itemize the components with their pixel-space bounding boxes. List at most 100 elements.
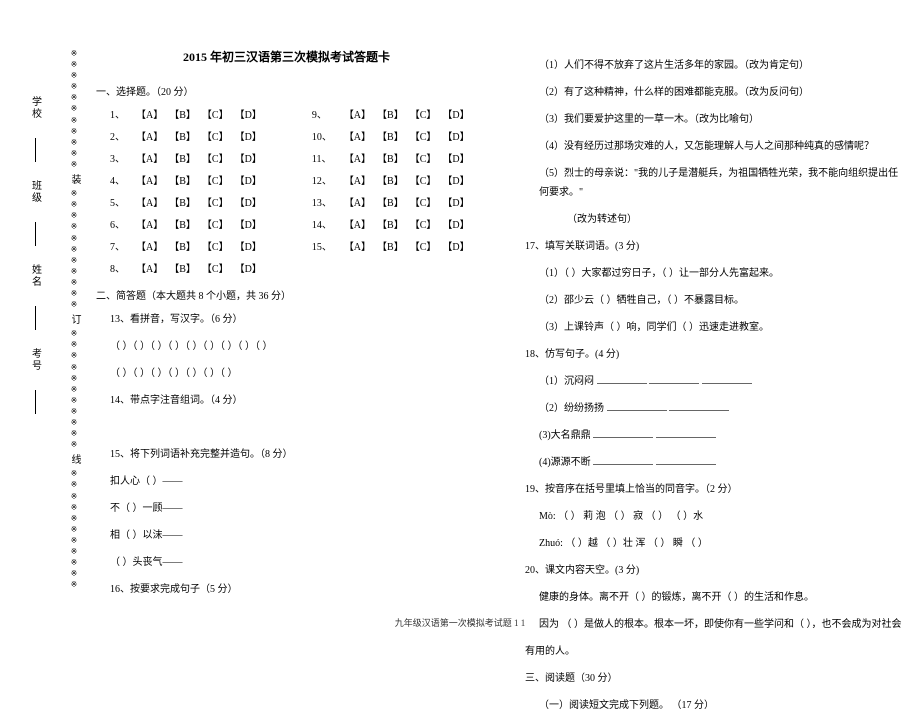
dot: ※ bbox=[71, 330, 78, 338]
page-footer: 九年级汉语第一次模拟考试题 1 1 bbox=[0, 616, 920, 629]
column-left: 2015 年初三汉语第三次模拟考试答题卡 一、选择题。（20 分） 1、【A】【… bbox=[96, 48, 477, 608]
margin-labels: 学校 班级 姓名 考号 bbox=[28, 96, 42, 414]
blank-line bbox=[597, 372, 647, 384]
binding-label: 订 bbox=[69, 314, 79, 325]
mc-option[interactable]: 【B】 bbox=[169, 150, 196, 165]
mc-option[interactable]: 【A】 bbox=[344, 106, 371, 121]
mc-option[interactable]: 【B】 bbox=[377, 194, 404, 209]
mc-option[interactable]: 【A】 bbox=[136, 216, 163, 231]
blank-line bbox=[607, 399, 667, 411]
mc-option[interactable]: 【D】 bbox=[442, 238, 469, 253]
mc-option[interactable]: 【D】 bbox=[442, 194, 469, 209]
mc-option[interactable]: 【D】 bbox=[442, 106, 469, 121]
mc-option[interactable]: 【D】 bbox=[235, 260, 262, 275]
mc-choice-block: 1、【A】【B】【C】【D】9、【A】【B】【C】【D】2、【A】【B】【C】【… bbox=[96, 106, 477, 275]
dot: ※ bbox=[71, 117, 78, 125]
mc-option[interactable]: 【B】 bbox=[377, 216, 404, 231]
dot: ※ bbox=[71, 279, 78, 287]
dot: ※ bbox=[71, 105, 78, 113]
mc-option[interactable]: 【C】 bbox=[202, 106, 229, 121]
dot: ※ bbox=[71, 257, 78, 265]
q17-item: （3）上课铃声（ ）响，同学们（ ）迅速走进教室。 bbox=[539, 318, 906, 337]
dot: ※ bbox=[71, 50, 78, 58]
mc-option[interactable]: 【A】 bbox=[344, 150, 371, 165]
dot: ※ bbox=[71, 83, 78, 91]
mc-option[interactable]: 【B】 bbox=[377, 128, 404, 143]
mc-option[interactable]: 【A】 bbox=[136, 194, 163, 209]
mc-option[interactable]: 【D】 bbox=[235, 106, 262, 121]
mc-option[interactable]: 【D】 bbox=[235, 216, 262, 231]
q15: 15、将下列词语补充完整并造句。（8 分） bbox=[110, 445, 477, 464]
mc-option[interactable]: 【C】 bbox=[410, 238, 437, 253]
mc-option[interactable]: 【C】 bbox=[410, 172, 437, 187]
q18-item: （1）沉闷闷 bbox=[539, 372, 906, 391]
mc-option[interactable]: 【B】 bbox=[169, 172, 196, 187]
dot: ※ bbox=[71, 364, 78, 372]
q14-blank bbox=[110, 418, 477, 437]
mc-option[interactable]: 【D】 bbox=[235, 172, 262, 187]
mc-option[interactable]: 【C】 bbox=[202, 194, 229, 209]
mc-option[interactable]: 【A】 bbox=[136, 128, 163, 143]
mc-option[interactable]: 【C】 bbox=[202, 150, 229, 165]
label-school: 学校 bbox=[28, 96, 43, 120]
dot: ※ bbox=[71, 301, 78, 309]
mc-option[interactable]: 【B】 bbox=[377, 106, 404, 121]
margin-line bbox=[35, 390, 36, 414]
mc-option[interactable]: 【A】 bbox=[136, 238, 163, 253]
q18-label: （2）纷纷扬扬 bbox=[539, 403, 604, 414]
mc-option[interactable]: 【A】 bbox=[136, 150, 163, 165]
binding-label: 装 bbox=[69, 174, 79, 185]
mc-option[interactable]: 【D】 bbox=[235, 128, 262, 143]
blank-line bbox=[656, 426, 716, 438]
mc-option[interactable]: 【A】 bbox=[344, 216, 371, 231]
mc-option[interactable]: 【C】 bbox=[410, 150, 437, 165]
mc-option[interactable]: 【A】 bbox=[136, 260, 163, 275]
mc-option[interactable]: 【D】 bbox=[442, 216, 469, 231]
blank-line bbox=[593, 453, 653, 465]
dot: ※ bbox=[71, 419, 78, 427]
mc-option[interactable]: 【B】 bbox=[377, 150, 404, 165]
mc-option[interactable]: 【C】 bbox=[202, 238, 229, 253]
mc-option[interactable]: 【A】 bbox=[344, 128, 371, 143]
dot: ※ bbox=[71, 397, 78, 405]
mc-option[interactable]: 【D】 bbox=[442, 128, 469, 143]
section3-heading: 三、阅读题（30 分） bbox=[525, 669, 906, 688]
mc-option[interactable]: 【A】 bbox=[136, 172, 163, 187]
q18-label: (4)源源不断 bbox=[539, 457, 591, 468]
mc-option[interactable]: 【D】 bbox=[235, 150, 262, 165]
mc-option[interactable]: 【D】 bbox=[235, 238, 262, 253]
mc-number: 7、 bbox=[110, 238, 132, 253]
mc-option[interactable]: 【B】 bbox=[169, 106, 196, 121]
mc-gap bbox=[268, 216, 308, 231]
mc-option[interactable]: 【D】 bbox=[442, 150, 469, 165]
dot: ※ bbox=[71, 139, 78, 147]
q20-line3: 有用的人。 bbox=[525, 642, 906, 661]
mc-option[interactable]: 【C】 bbox=[410, 128, 437, 143]
mc-option[interactable]: 【B】 bbox=[169, 260, 196, 275]
mc-option[interactable]: 【B】 bbox=[169, 194, 196, 209]
mc-option[interactable]: 【C】 bbox=[410, 106, 437, 121]
mc-option[interactable]: 【C】 bbox=[202, 216, 229, 231]
mc-option[interactable]: 【B】 bbox=[377, 172, 404, 187]
mc-option[interactable]: 【B】 bbox=[377, 238, 404, 253]
mc-option[interactable]: 【C】 bbox=[202, 128, 229, 143]
mc-option[interactable]: 【A】 bbox=[344, 172, 371, 187]
mc-option[interactable]: 【D】 bbox=[442, 172, 469, 187]
mc-gap bbox=[268, 238, 308, 253]
dot: ※ bbox=[71, 94, 78, 102]
mc-number: 6、 bbox=[110, 216, 132, 231]
mc-option[interactable]: 【C】 bbox=[410, 194, 437, 209]
dot: ※ bbox=[71, 559, 78, 567]
mc-option[interactable]: 【C】 bbox=[202, 172, 229, 187]
mc-option[interactable]: 【A】 bbox=[136, 106, 163, 121]
mc-option[interactable]: 【C】 bbox=[202, 260, 229, 275]
mc-option[interactable]: 【C】 bbox=[410, 216, 437, 231]
dot: ※ bbox=[71, 61, 78, 69]
mc-option[interactable]: 【B】 bbox=[169, 216, 196, 231]
blank-line bbox=[656, 453, 716, 465]
mc-option[interactable]: 【B】 bbox=[169, 238, 196, 253]
mc-option[interactable]: 【B】 bbox=[169, 128, 196, 143]
mc-option[interactable]: 【A】 bbox=[344, 194, 371, 209]
mc-option[interactable]: 【D】 bbox=[235, 194, 262, 209]
mc-option[interactable]: 【A】 bbox=[344, 238, 371, 253]
